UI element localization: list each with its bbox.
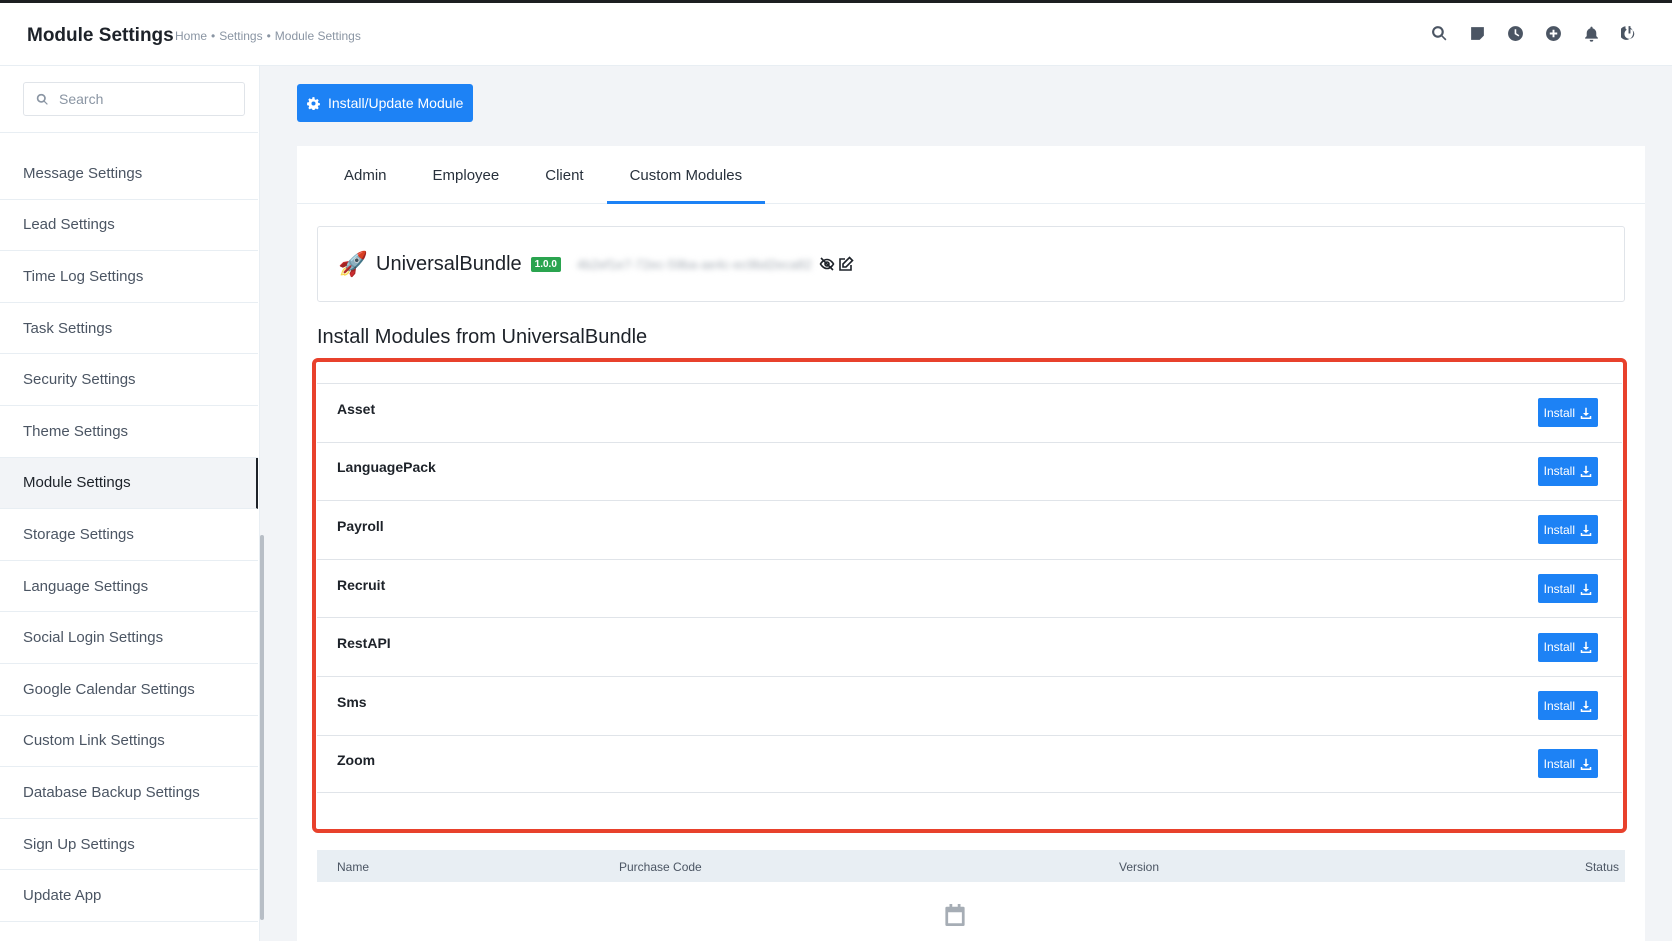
- tab-client[interactable]: Client: [522, 146, 606, 204]
- module-name: Asset: [337, 400, 376, 417]
- breadcrumb: Home • Settings • Module Settings: [175, 29, 361, 43]
- download-icon: [1580, 407, 1592, 419]
- power-icon[interactable]: [1620, 24, 1638, 42]
- search-icon[interactable]: [1430, 24, 1448, 42]
- sidebar-item-task-settings[interactable]: Task Settings: [0, 303, 258, 355]
- module-name: RestAPI: [337, 635, 391, 652]
- module-row-restapi: RestAPI Install: [317, 617, 1622, 676]
- install-label: Install: [1543, 581, 1575, 596]
- sidebar-item-lead-settings[interactable]: Lead Settings: [0, 200, 258, 252]
- sidebar-item-database-backup-settings[interactable]: Database Backup Settings: [0, 767, 258, 819]
- sidebar-item-sign-up-settings[interactable]: Sign Up Settings: [0, 819, 258, 871]
- module-name: Recruit: [337, 576, 386, 593]
- sidebar-item-language-settings[interactable]: Language Settings: [0, 561, 258, 613]
- module-card: Admin Employee Client Custom Modules 🚀 U…: [297, 146, 1645, 941]
- breadcrumb-separator: •: [211, 29, 216, 43]
- install-button-asset[interactable]: Install: [1537, 398, 1598, 428]
- install-button-recruit[interactable]: Install: [1537, 574, 1598, 604]
- download-icon: [1580, 641, 1592, 654]
- install-label: Install: [1543, 522, 1575, 537]
- clock-icon[interactable]: [1506, 24, 1524, 42]
- column-header-version: Version: [1119, 860, 1160, 874]
- module-row-recruit: Recruit Install: [317, 558, 1622, 618]
- column-header-name: Name: [337, 860, 370, 874]
- breadcrumb-home[interactable]: Home: [175, 29, 207, 43]
- version-badge: 1.0.0: [530, 256, 561, 272]
- module-name: Zoom: [337, 751, 376, 768]
- download-icon: [1580, 524, 1592, 536]
- sticky-note-icon[interactable]: [1468, 24, 1486, 42]
- install-update-label: Install/Update Module: [328, 95, 464, 111]
- sidebar-item-update-app[interactable]: Update App: [0, 870, 258, 922]
- column-header-purchase-code: Purchase Code: [619, 860, 702, 874]
- sidebar-item-security-settings[interactable]: Security Settings: [0, 354, 258, 406]
- module-name: Payroll: [337, 517, 384, 534]
- module-name: LanguagePack: [337, 459, 436, 476]
- install-button-zoom[interactable]: Install: [1537, 749, 1598, 779]
- install-button-restapi[interactable]: Install: [1537, 632, 1598, 662]
- section-title: Install Modules from UniversalBundle: [317, 326, 648, 348]
- rocket-icon: 🚀: [338, 250, 368, 278]
- download-icon: [1580, 583, 1592, 595]
- search-input[interactable]: [59, 91, 229, 107]
- tab-admin[interactable]: Admin: [321, 146, 410, 204]
- main-content: Install/Update Module Admin Employee Cli…: [260, 66, 1672, 941]
- install-label: Install: [1543, 640, 1575, 655]
- bundle-name: UniversalBundle: [376, 252, 522, 275]
- module-row-zoom: Zoom Install: [317, 734, 1622, 794]
- top-header: Module Settings Home • Settings • Module…: [0, 3, 1672, 66]
- module-row-sms: Sms Install: [317, 675, 1622, 735]
- module-tabs: Admin Employee Client Custom Modules: [297, 146, 1645, 204]
- calendar-icon: [944, 904, 966, 926]
- download-icon: [1580, 700, 1592, 712]
- install-button-languagepack[interactable]: Install: [1537, 456, 1598, 486]
- install-update-module-button[interactable]: Install/Update Module: [297, 84, 474, 122]
- install-label: Install: [1543, 756, 1575, 771]
- module-row-payroll: Payroll Install: [317, 500, 1622, 559]
- module-name: Sms: [337, 693, 367, 710]
- settings-sidebar: Message Settings Lead Settings Time Log …: [0, 66, 260, 941]
- sidebar-item-storage-settings[interactable]: Storage Settings: [0, 509, 258, 561]
- bundle-info: 🚀 UniversalBundle 1.0.0 4b2ef1e7-72ec-59…: [317, 226, 1625, 302]
- install-label: Install: [1543, 698, 1575, 713]
- gear-icon: [307, 96, 320, 110]
- plus-circle-icon[interactable]: [1544, 24, 1562, 42]
- eye-slash-icon[interactable]: [819, 256, 835, 272]
- page-title: Module Settings: [27, 25, 174, 46]
- breadcrumb-separator: •: [266, 29, 271, 43]
- sidebar-menu: Message Settings Lead Settings Time Log …: [0, 148, 258, 922]
- install-label: Install: [1543, 464, 1575, 479]
- download-icon: [1580, 758, 1592, 770]
- sidebar-item-google-calendar-settings[interactable]: Google Calendar Settings: [0, 664, 258, 716]
- sidebar-item-theme-settings[interactable]: Theme Settings: [0, 406, 258, 458]
- sidebar-item-module-settings[interactable]: Module Settings: [0, 457, 258, 510]
- breadcrumb-settings[interactable]: Settings: [219, 29, 262, 43]
- sidebar-item-time-log-settings[interactable]: Time Log Settings: [0, 251, 258, 303]
- install-button-sms[interactable]: Install: [1537, 691, 1598, 721]
- breadcrumb-current: Module Settings: [274, 29, 361, 43]
- module-row-languagepack: LanguagePack Install: [317, 441, 1622, 501]
- install-button-payroll[interactable]: Install: [1537, 515, 1598, 545]
- divider: [0, 132, 258, 133]
- tab-employee[interactable]: Employee: [410, 146, 523, 204]
- tab-custom-modules[interactable]: Custom Modules: [606, 146, 766, 204]
- sidebar-item-social-login-settings[interactable]: Social Login Settings: [0, 612, 258, 664]
- sidebar-item-message-settings[interactable]: Message Settings: [0, 148, 258, 200]
- module-list: Asset Install LanguagePack Install Payro…: [317, 383, 1622, 794]
- header-actions: [1430, 24, 1638, 42]
- install-label: Install: [1543, 405, 1575, 420]
- sidebar-item-custom-link-settings[interactable]: Custom Link Settings: [0, 716, 258, 768]
- download-icon: [1580, 466, 1592, 478]
- installed-modules-table-header: Name Purchase Code Version Status: [317, 850, 1625, 882]
- bell-icon[interactable]: [1582, 24, 1600, 42]
- sidebar-search: [23, 82, 245, 116]
- module-row-asset: Asset Install: [317, 383, 1622, 442]
- edit-icon[interactable]: [838, 256, 854, 272]
- search-icon: [36, 93, 48, 105]
- purchase-code: 4b2ef1e7-72ec-59ba-ae4c-ec9bd2eca82: [576, 256, 812, 272]
- column-header-status: Status: [1584, 860, 1619, 874]
